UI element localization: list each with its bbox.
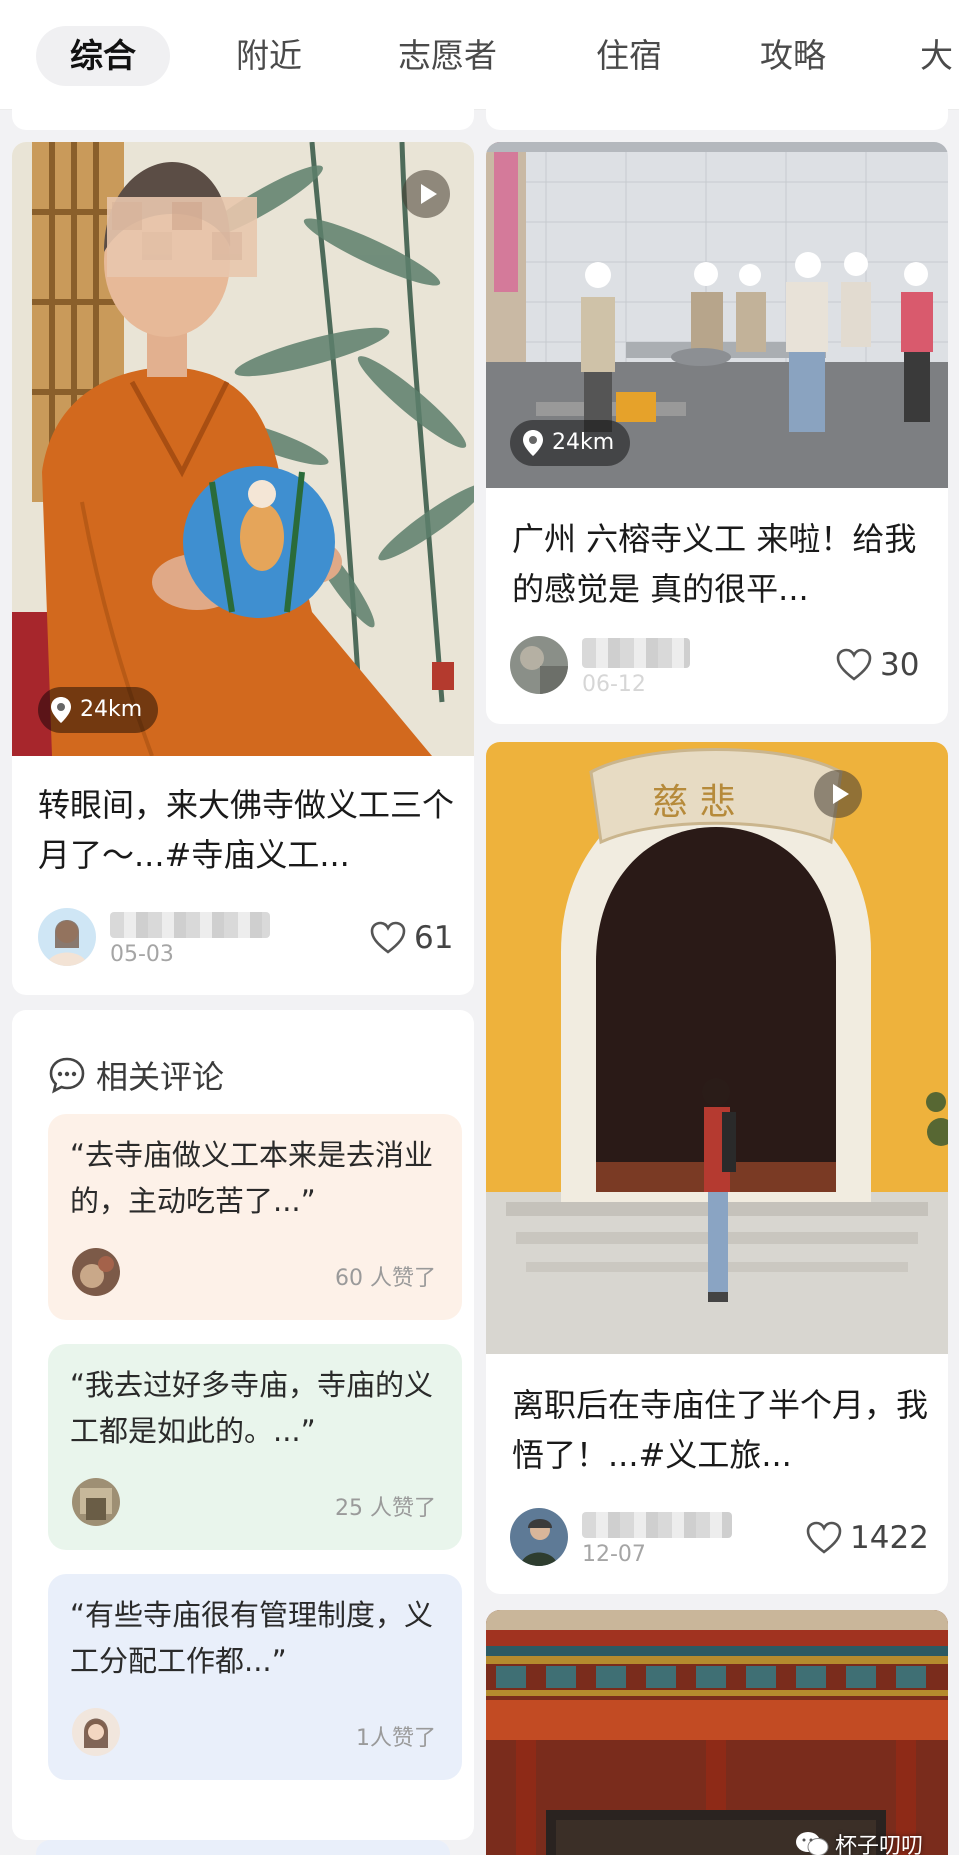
post-photo[interactable]: 慈 悲 [486, 742, 948, 1354]
tab-nearby[interactable]: 附近 [236, 26, 302, 86]
like-button[interactable]: 1422 [806, 1520, 929, 1556]
location-pin-icon [523, 430, 543, 456]
avatar[interactable] [72, 1708, 120, 1756]
play-video-icon[interactable] [814, 770, 862, 818]
post-photo[interactable] [486, 1610, 948, 1855]
post-photo[interactable] [12, 142, 474, 756]
post-title[interactable]: 离职后在寺庙住了半个月，我悟了！...#义工旅... [512, 1380, 928, 1480]
comment-item[interactable]: “有些寺庙很有管理制度，义工分配工作都...” 1人赞了 [48, 1574, 462, 1780]
play-video-icon[interactable] [402, 170, 450, 218]
post-card[interactable]: 慈 悲 离职后在寺庙住了半个月，我悟了！...#义工旅... 12-07 142… [486, 742, 948, 1594]
post-title[interactable]: 转眼间，来大佛寺做义工三个月了～...#寺庙义工... [38, 780, 454, 880]
like-count: 61 [414, 920, 454, 956]
author-name-blurred [110, 912, 270, 938]
wechat-logo-icon [796, 1832, 829, 1855]
comment-like-count: 60 人赞了 [335, 1266, 436, 1291]
location-badge: 24km [38, 687, 159, 733]
related-comments-panel: 相关评论 “去寺庙做义工本来是去消业的，主动吃苦了...” 60 人赞了 “我去… [12, 1010, 474, 1840]
post-card[interactable] [486, 1610, 948, 1855]
post-date: 06-12 [582, 672, 646, 697]
location-badge: 24km [510, 420, 631, 466]
distance-text: 24km [80, 697, 143, 722]
post-card[interactable]: 24km 转眼间，来大佛寺做义工三个月了～...#寺庙义工... 05-03 6… [12, 142, 474, 995]
like-button[interactable]: 30 [836, 647, 919, 683]
tab-comprehensive[interactable]: 综合 [36, 26, 170, 86]
heart-icon [836, 648, 872, 681]
heart-icon [806, 1521, 842, 1554]
avatar[interactable] [510, 636, 568, 694]
comment-like-count: 25 人赞了 [335, 1496, 436, 1521]
comment-like-count: 1人赞了 [356, 1726, 436, 1751]
monk-holding-painting-image [12, 142, 474, 756]
comment-bubble-icon [49, 1057, 85, 1094]
tab-volunteer[interactable]: 志愿者 [398, 26, 497, 86]
post-title[interactable]: 广州 六榕寺义工 来啦！给我的感觉是 真的很平... [512, 514, 928, 614]
avatar[interactable] [510, 1508, 568, 1566]
post-date: 05-03 [110, 942, 174, 967]
temple-eaves-image [486, 1610, 948, 1855]
comment-text: “有些寺庙很有管理制度，义工分配工作都...” [70, 1598, 434, 1678]
tab-guides[interactable]: 攻略 [760, 26, 826, 86]
comment-text: “我去过好多寺庙，寺庙的义工都是如此的。...” [70, 1368, 434, 1448]
tab-more[interactable]: 大 [920, 26, 953, 86]
comment-item[interactable]: “去寺庙做义工本来是去消业的，主动吃苦了...” 60 人赞了 [48, 1114, 462, 1320]
temple-gate-woman-praying-image: 慈 悲 [486, 742, 948, 1354]
tab-lodging[interactable]: 住宿 [596, 26, 662, 86]
previous-card-edge [12, 100, 474, 130]
like-count: 1422 [850, 1520, 929, 1556]
wechat-watermark: 杯子叨叨 [795, 1828, 923, 1855]
like-button[interactable]: 61 [370, 920, 453, 956]
gate-plaque-text: 慈 悲 [652, 782, 735, 823]
location-pin-icon [51, 697, 71, 723]
post-card[interactable]: 24km 广州 六榕寺义工 来啦！给我的感觉是 真的很平... 06-12 30 [486, 142, 948, 724]
distance-text: 24km [552, 430, 615, 455]
previous-card-edge [486, 100, 948, 130]
avatar[interactable] [38, 908, 96, 966]
like-count: 30 [880, 647, 920, 683]
comment-text: “去寺庙做义工本来是去消业的，主动吃苦了...” [70, 1138, 434, 1218]
author-name-blurred [582, 1512, 732, 1538]
category-tab-bar: 综合 附近 志愿者 住宿 攻略 大 [0, 0, 959, 110]
author-name-blurred [582, 638, 690, 668]
comment-item[interactable]: “我去过好多寺庙，寺庙的义工都是如此的。...” 25 人赞了 [48, 1344, 462, 1550]
avatar[interactable] [72, 1478, 120, 1526]
avatar[interactable] [72, 1248, 120, 1296]
related-comments-header: 相关评论 [48, 1052, 224, 1098]
next-comment-edge [36, 1840, 450, 1855]
post-date: 12-07 [582, 1542, 646, 1567]
heart-icon [370, 921, 406, 954]
